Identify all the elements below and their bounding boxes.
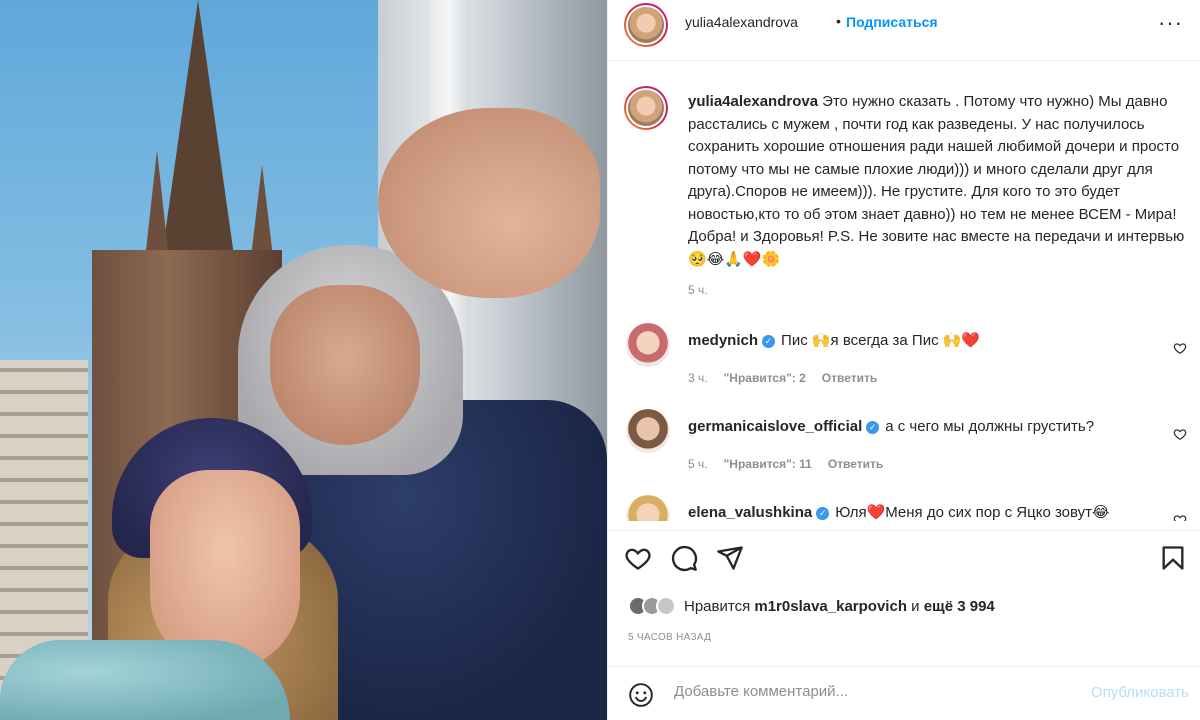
header-separator: • [836,13,841,29]
comment-time[interactable]: 3 ч. [688,371,708,385]
comment-avatar[interactable] [626,323,670,367]
post-modal: yulia4alexandrova • Подписаться ··· yuli… [0,0,1200,720]
publish-button[interactable]: Опубликовать [1091,684,1189,701]
verified-icon: ✓ [866,421,880,434]
caption-meta: 5 ч. [688,283,724,297]
comment-avatar[interactable] [626,409,670,453]
share-icon[interactable] [716,544,744,572]
more-icon[interactable]: ··· [1158,10,1183,36]
post-header: yulia4alexandrova • Подписаться ··· [608,0,1200,61]
caption-text: Это нужно сказать . Потому что нужно) Мы… [688,93,1185,268]
likes-summary: Нравится m1r0slava_karpovich и ещё 3 994 [628,594,995,618]
comment-time[interactable]: 5 ч. [688,457,708,471]
post-side-panel: yulia4alexandrova • Подписаться ··· yuli… [607,0,1200,720]
comment-meta: 5 ч. "Нравится": 11 Ответить [688,457,899,471]
comment-text: Пис 🙌я всегда за Пис 🙌❤️ [781,332,981,349]
likes-text: Нравится m1r0slava_karpovich и ещё 3 994 [684,598,995,615]
comment-avatar[interactable] [626,495,670,521]
author-username[interactable]: yulia4alexandrova [685,14,798,30]
author-avatar[interactable] [624,3,668,47]
action-bar [608,530,1200,586]
comment-username[interactable]: elena_valushkina [688,504,812,521]
comment-like-icon[interactable] [1173,341,1187,355]
likes-others[interactable]: ещё 3 994 [924,598,995,615]
comment-input[interactable] [674,683,1054,700]
man-face [270,285,420,445]
peace-sign-hand [378,108,600,298]
caption-username[interactable]: yulia4alexandrova [688,93,818,110]
comment-username[interactable]: germanicaislove_official [688,418,862,435]
comment-text-block: germanicaislove_official ✓ а с чего мы дол… [688,416,1188,439]
verified-icon: ✓ [816,507,830,520]
reply-button[interactable]: Ответить [822,371,877,385]
comment-icon[interactable] [670,544,698,572]
comment-text-block: medynich ✓ Пис 🙌я всегда за Пис 🙌❤️ [688,330,1188,353]
comment-likes[interactable]: "Нравится": 2 [724,371,806,385]
woman-fur-collar [0,640,290,720]
likes-prefix: Нравится [684,597,751,615]
caption-time[interactable]: 5 ч. [688,283,708,297]
likes-middle: и [911,597,920,615]
comment-text: а с чего мы должны грустить? [885,418,1095,435]
caption-text-block: yulia4alexandrova Это нужно сказать . Пот… [688,91,1188,271]
save-icon[interactable] [1159,544,1187,572]
emoji-icon[interactable] [628,682,654,708]
reply-button[interactable]: Ответить [828,457,883,471]
like-icon[interactable] [624,544,652,572]
caption-avatar[interactable] [624,86,668,130]
comment-like-icon[interactable] [1173,427,1187,441]
comment-text-block: elena_valushkina ✓ Юля❤️Меня до сих пор с … [688,502,1188,521]
comment-like-icon[interactable] [1173,513,1187,521]
liker-username[interactable]: m1r0slava_karpovich [754,598,907,615]
follow-button[interactable]: Подписаться [846,14,938,30]
comments-list[interactable]: yulia4alexandrova Это нужно сказать . Пот… [608,61,1200,521]
church-pinnacle [145,150,169,260]
verified-icon: ✓ [762,335,776,348]
church-spire [160,0,236,270]
post-photo[interactable] [0,0,607,720]
comment-likes[interactable]: "Нравится": 11 [724,457,812,471]
liker-avatar [656,596,676,616]
post-time[interactable]: 5 часов назад [628,632,711,643]
comment-meta: 3 ч. "Нравится": 2 Ответить [688,371,893,385]
add-comment-bar: Опубликовать [608,666,1200,720]
comment-text: Юля❤️Меня до сих пор с Яцко зовут😂 [835,504,1110,521]
comment-username[interactable]: medynich [688,332,758,349]
